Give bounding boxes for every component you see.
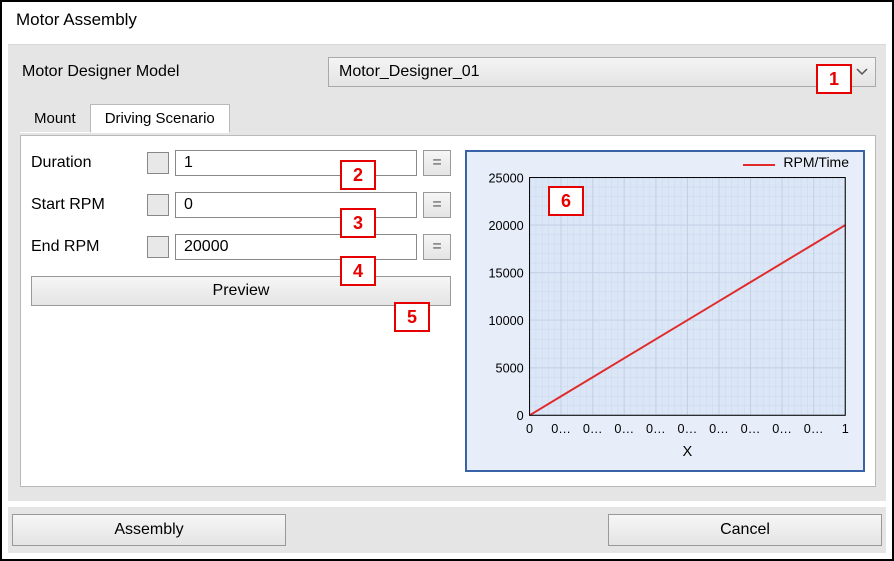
window-title: Motor Assembly <box>2 2 892 36</box>
start-rpm-label: Start RPM <box>31 196 141 214</box>
callout-6: 6 <box>548 186 584 216</box>
tab-panel-driving-scenario: Duration = Start RPM = End RPM = <box>20 135 876 487</box>
chevron-down-icon <box>849 58 875 86</box>
tab-driving-scenario[interactable]: Driving Scenario <box>90 104 230 133</box>
callout-4: 4 <box>340 256 376 286</box>
svg-text:0…: 0… <box>772 422 792 436</box>
svg-text:0…: 0… <box>646 422 666 436</box>
svg-text:X: X <box>683 444 693 460</box>
svg-text:25000: 25000 <box>489 171 524 185</box>
cancel-button[interactable]: Cancel <box>608 514 882 546</box>
svg-text:0…: 0… <box>709 422 729 436</box>
end-rpm-equals-button[interactable]: = <box>423 234 451 260</box>
end-rpm-input[interactable] <box>175 234 417 260</box>
start-rpm-swatch[interactable] <box>147 194 169 216</box>
assembly-button[interactable]: Assembly <box>12 514 286 546</box>
svg-text:15000: 15000 <box>489 267 524 281</box>
duration-input[interactable] <box>175 150 417 176</box>
svg-text:5000: 5000 <box>496 362 524 376</box>
svg-text:0…: 0… <box>678 422 698 436</box>
start-rpm-equals-button[interactable]: = <box>423 192 451 218</box>
svg-text:10000: 10000 <box>489 314 524 328</box>
svg-text:0…: 0… <box>551 422 571 436</box>
duration-label: Duration <box>31 154 141 172</box>
model-dropdown[interactable]: Motor_Designer_01 <box>328 57 876 87</box>
callout-5: 5 <box>394 302 430 332</box>
duration-swatch[interactable] <box>147 152 169 174</box>
svg-text:0…: 0… <box>804 422 824 436</box>
callout-2: 2 <box>340 160 376 190</box>
svg-text:1: 1 <box>842 422 849 436</box>
end-rpm-swatch[interactable] <box>147 236 169 258</box>
rpm-chart: RPM/Time 050001000015000200002500000…0…0… <box>465 150 865 472</box>
duration-equals-button[interactable]: = <box>423 150 451 176</box>
callout-1: 1 <box>816 64 852 94</box>
svg-text:0: 0 <box>526 422 533 436</box>
svg-text:0…: 0… <box>614 422 634 436</box>
start-rpm-input[interactable] <box>175 192 417 218</box>
model-selected: Motor_Designer_01 <box>339 63 480 81</box>
end-rpm-label: End RPM <box>31 238 141 256</box>
svg-text:0…: 0… <box>583 422 603 436</box>
svg-text:0…: 0… <box>741 422 761 436</box>
svg-text:0: 0 <box>517 409 524 423</box>
preview-button[interactable]: Preview <box>31 276 451 306</box>
callout-3: 3 <box>340 208 376 238</box>
tab-mount[interactable]: Mount <box>20 105 90 133</box>
svg-text:20000: 20000 <box>489 219 524 233</box>
model-label: Motor Designer Model <box>20 63 320 81</box>
